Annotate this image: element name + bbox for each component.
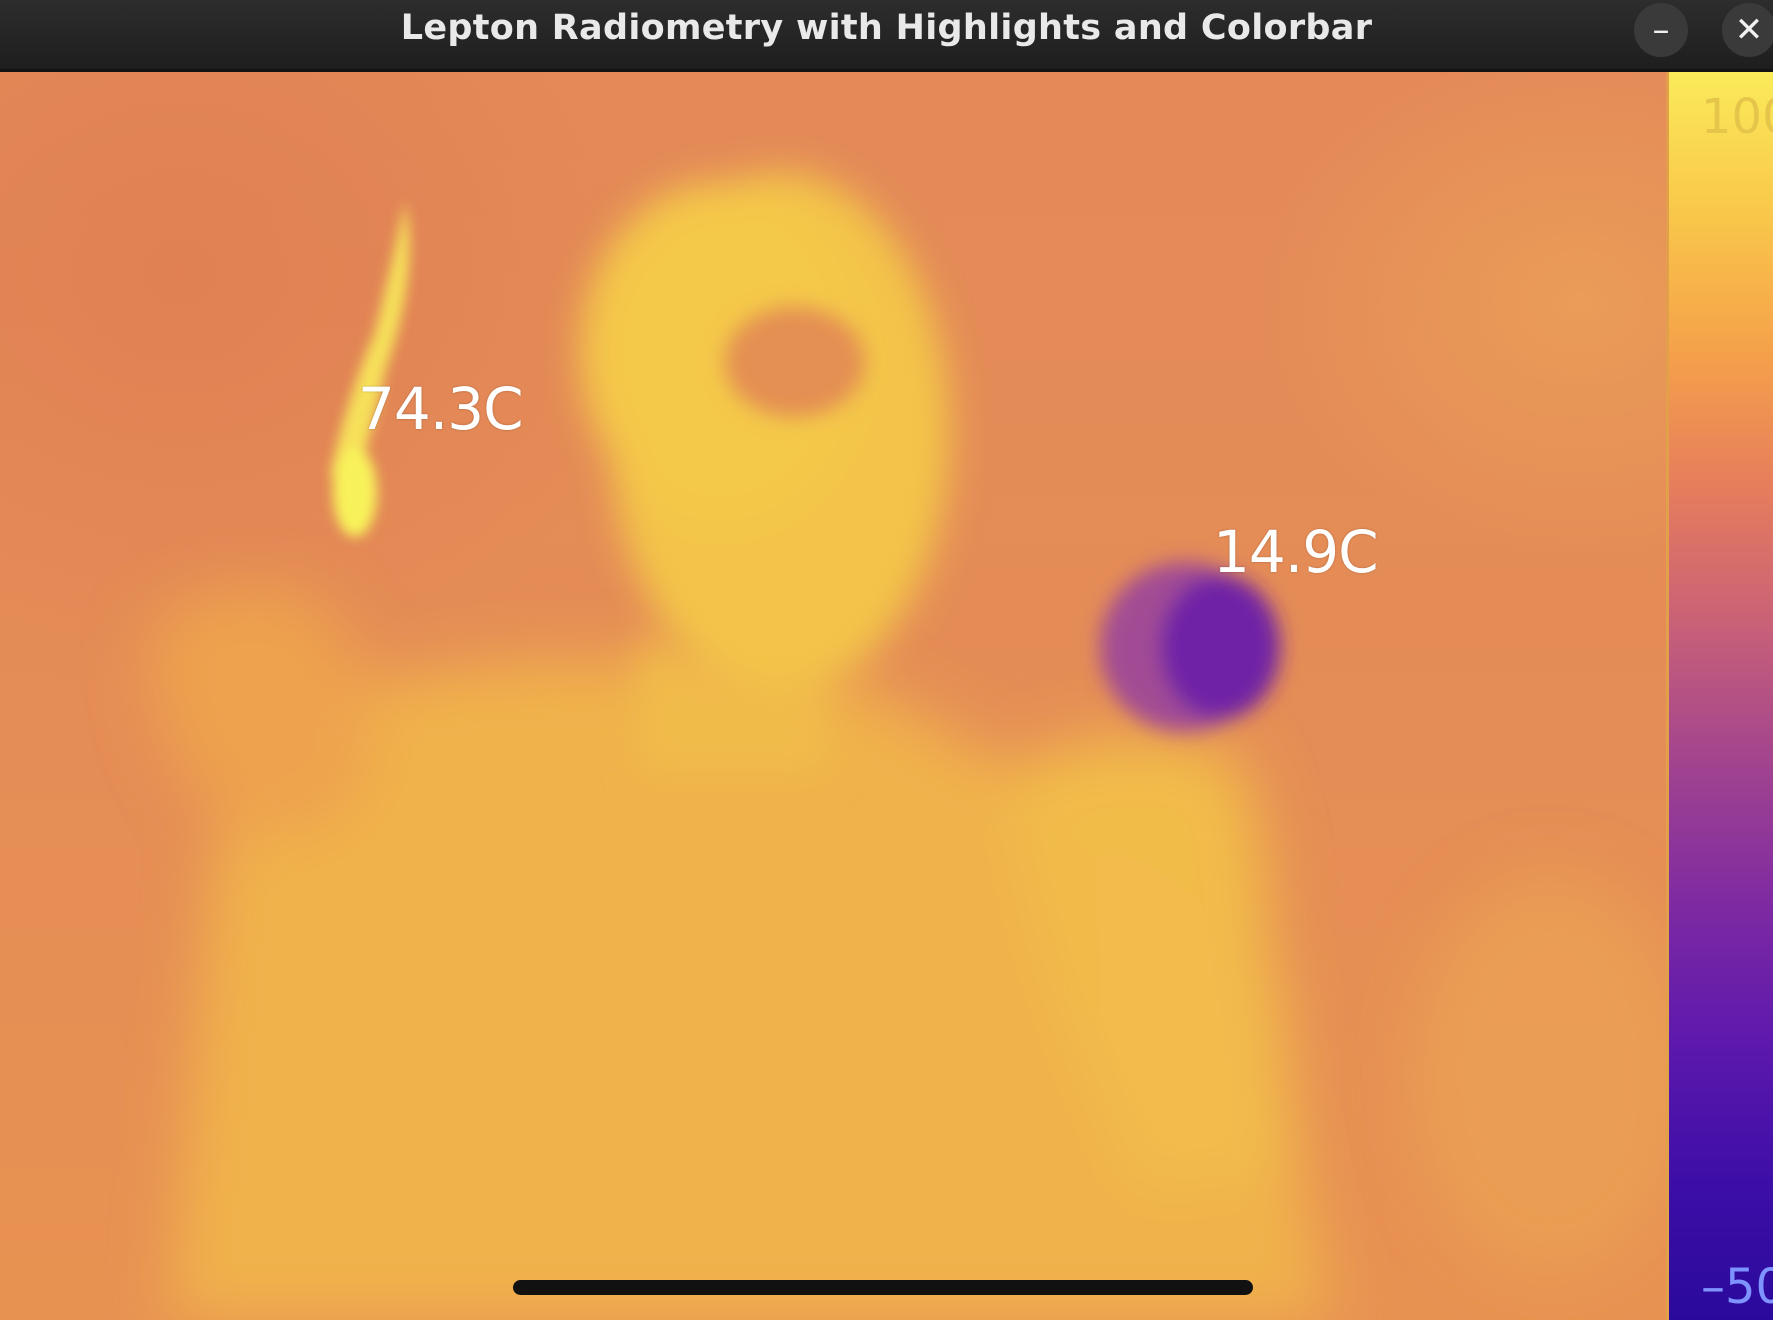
glasses-cool-region <box>725 307 865 417</box>
thermal-viewer-window: Lepton Radiometry with Highlights and Co… <box>0 0 1773 1320</box>
hot-object <box>330 202 410 537</box>
temperature-colorbar: 100 –50 <box>1666 72 1773 1320</box>
minimize-button[interactable]: – <box>1634 3 1688 57</box>
thermal-scene <box>150 172 1666 1320</box>
thermal-image-view[interactable]: 74.3C 14.9C <box>0 72 1666 1320</box>
home-indicator-bar[interactable] <box>513 1280 1253 1295</box>
window-title: Lepton Radiometry with Highlights and Co… <box>400 8 1373 48</box>
close-button[interactable]: ✕ <box>1722 3 1773 57</box>
title-bar[interactable]: Lepton Radiometry with Highlights and Co… <box>0 0 1773 72</box>
colorbar-max-label: 100 <box>1701 89 1773 145</box>
colorbar-min-label: –50 <box>1701 1259 1773 1315</box>
coldspot-temperature-label: 14.9C <box>1213 518 1379 586</box>
cold-object <box>1100 562 1280 732</box>
hotspot-temperature-label: 74.3C <box>358 375 524 443</box>
ambient-warm-region <box>1410 872 1666 1272</box>
